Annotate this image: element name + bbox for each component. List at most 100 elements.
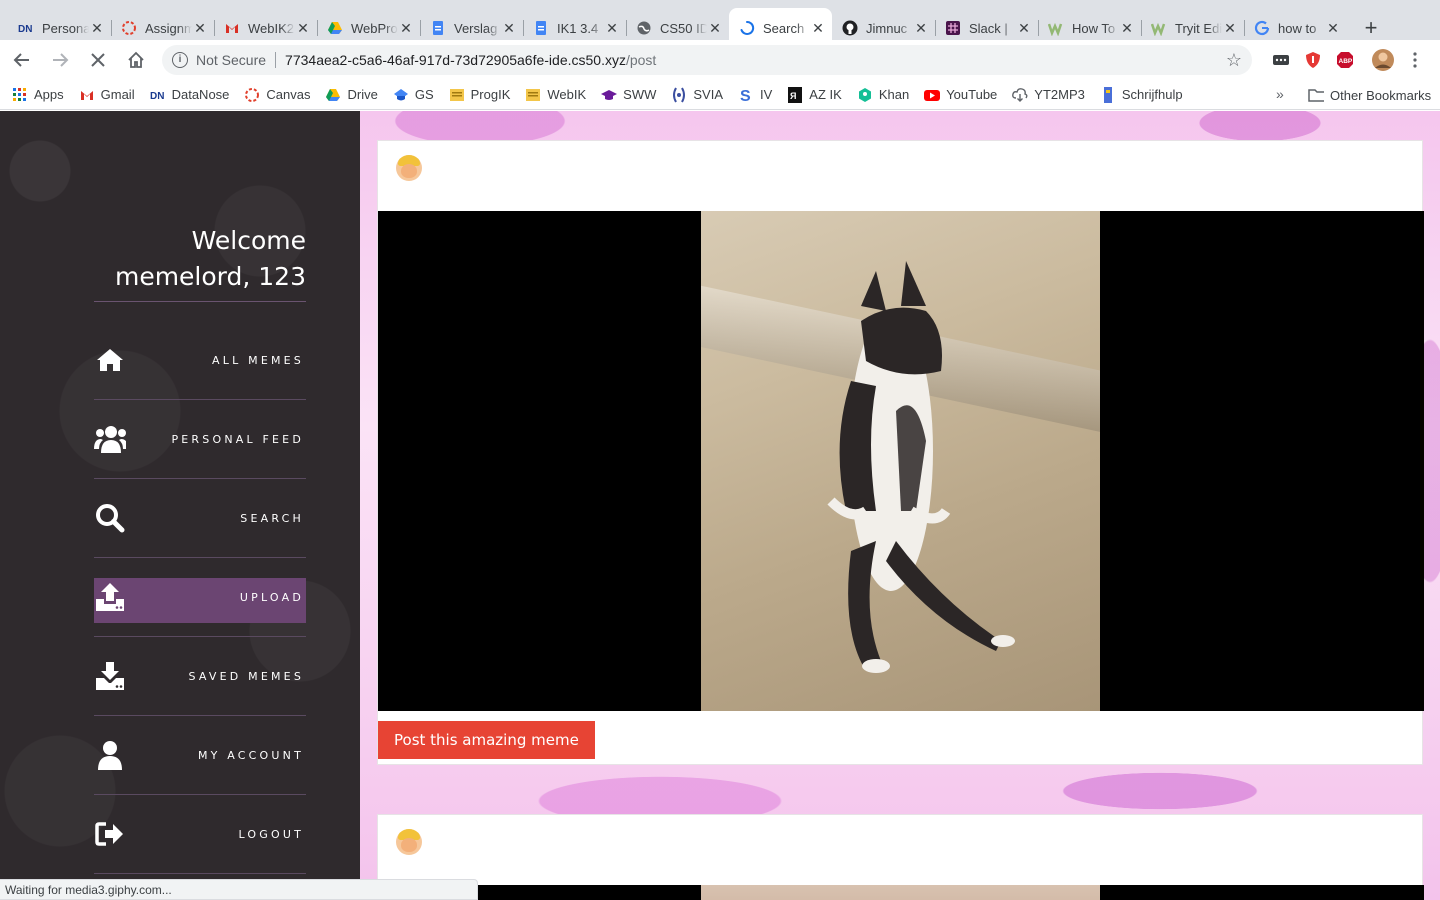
sidebar-item-label: ALL MEMES [212, 353, 304, 367]
close-icon[interactable]: ✕ [707, 20, 723, 36]
bookmark-label: YT2MP3 [1034, 87, 1085, 102]
sidebar-item-all-memes[interactable]: ALL MEMES [94, 321, 306, 400]
close-icon[interactable]: ✕ [913, 20, 929, 36]
bookmark-youtube[interactable]: YouTube [924, 87, 997, 103]
s-icon: S [738, 87, 754, 103]
wikihow-icon [1151, 20, 1167, 36]
bookmark-gs[interactable]: GS [393, 87, 434, 103]
bookmark-az-ik[interactable]: Я AZ IK [787, 86, 842, 103]
close-icon[interactable]: ✕ [192, 20, 208, 36]
close-icon [91, 53, 105, 67]
url-path: /post [625, 52, 657, 68]
welcome-username: memelord, 123 [114, 262, 306, 291]
sidebar-item-saved-memes[interactable]: SAVED MEMES [94, 637, 306, 716]
sidebar: Welcome memelord, 123 ALL MEMES PERSONAL… [0, 111, 360, 900]
sidebar-item-upload[interactable]: UPLOAD [94, 558, 306, 637]
avatar[interactable] [396, 155, 422, 181]
bookmark-khan[interactable]: Khan [857, 87, 909, 103]
browser-toolbar: i Not Secure 7734aea2-c5a6-46af-917d-73d… [0, 40, 1440, 80]
close-icon[interactable]: ✕ [604, 20, 620, 36]
bookmark-label: Khan [878, 87, 910, 102]
sidebar-item-my-account[interactable]: MY ACCOUNT [94, 716, 306, 795]
bookmark-label: WebIK [547, 87, 587, 102]
bookmark-datanose[interactable]: DN DataNose [150, 87, 230, 103]
dancing-cat-gif [701, 211, 1100, 711]
post-card: Post this amazing meme [377, 140, 1424, 765]
close-icon[interactable]: ✕ [1016, 20, 1032, 36]
avatar[interactable] [396, 829, 422, 855]
close-icon[interactable]: ✕ [1325, 20, 1341, 36]
other-bookmarks[interactable]: Other Bookmarks [1308, 87, 1431, 103]
bookmark-iv[interactable]: S IV [738, 87, 772, 103]
folder-icon [1308, 87, 1324, 103]
sidebar-item-search[interactable]: SEARCH [94, 479, 306, 558]
bookmark-label: IV [760, 87, 773, 102]
bookmark-drive[interactable]: Drive [325, 87, 378, 103]
svg-text:ABP: ABP [1339, 58, 1353, 65]
close-icon[interactable]: ✕ [89, 20, 105, 36]
post-meme-button[interactable]: Post this amazing meme [378, 721, 595, 759]
close-icon[interactable]: ✕ [810, 20, 826, 36]
extension-button[interactable] [1298, 45, 1328, 75]
drive-icon [327, 20, 343, 36]
close-icon[interactable]: ✕ [1222, 20, 1238, 36]
web-page: Welcome memelord, 123 ALL MEMES PERSONAL… [0, 111, 1440, 900]
profile-button[interactable] [1368, 45, 1398, 75]
docs-icon [533, 20, 549, 36]
youtube-icon [924, 87, 941, 103]
gs-icon [393, 87, 409, 103]
gmail-icon [224, 20, 240, 36]
grad-cap-icon [601, 87, 618, 103]
tab-title: IK1 3.4 [557, 20, 599, 36]
canvas-icon [121, 20, 137, 36]
avatar-face [401, 838, 417, 852]
sidebar-item-personal-feed[interactable]: PERSONAL FEED [94, 400, 306, 479]
more-vert-icon [1413, 52, 1417, 68]
sidebar-item-label: MY ACCOUNT [197, 748, 304, 762]
back-button[interactable] [6, 44, 38, 76]
slack-icon [945, 20, 961, 36]
bookmark-star-icon[interactable]: ☆ [1226, 50, 1242, 71]
bookmark-apps[interactable]: Apps [12, 87, 64, 103]
close-icon[interactable]: ✕ [501, 20, 517, 36]
close-icon[interactable]: ✕ [398, 20, 414, 36]
extension-button[interactable]: ABP [1330, 45, 1360, 75]
sidebar-item-label: UPLOAD [239, 590, 304, 604]
info-icon[interactable]: i [172, 52, 188, 68]
close-icon[interactable]: ✕ [1119, 20, 1135, 36]
tab-title: Personal [42, 20, 89, 36]
google-icon [1254, 20, 1270, 36]
bookmark-label: Apps [34, 87, 64, 102]
more-bookmarks-chevron-icon[interactable]: » [1276, 86, 1284, 102]
datanose-icon: DN [150, 87, 166, 103]
close-icon[interactable]: ✕ [295, 20, 311, 36]
forward-button[interactable] [44, 44, 76, 76]
tab-title: Verslag [454, 20, 498, 36]
extension-button[interactable] [1266, 45, 1296, 75]
bookmark-canvas[interactable]: Canvas [244, 87, 310, 103]
bookmark-yt2mp3[interactable]: YT2MP3 [1012, 87, 1085, 103]
avatar [1372, 49, 1394, 71]
bookmark-label: YouTube [946, 87, 998, 102]
bookmark-doc-icon [1100, 86, 1116, 103]
arrow-right-icon [53, 53, 69, 67]
bookmark-label: Schrijfhulp [1121, 87, 1183, 102]
bookmark-label: SWW [623, 87, 657, 102]
sidebar-item-logout[interactable]: LOGOUT [94, 795, 306, 874]
meme-feed: Post this amazing meme [360, 111, 1440, 900]
address-bar[interactable]: i Not Secure 7734aea2-c5a6-46af-917d-73d… [162, 45, 1252, 75]
stop-button[interactable] [82, 44, 114, 76]
menu-button[interactable] [1400, 45, 1430, 75]
tab-title: CS50 IDE [660, 20, 707, 36]
home-icon [94, 344, 126, 376]
github-icon [842, 20, 858, 36]
meme-media [378, 885, 1424, 900]
bookmark-gmail[interactable]: Gmail [79, 87, 135, 103]
bookmark-progik[interactable]: ProgIK [449, 87, 511, 103]
bookmark-sww[interactable]: SWW [601, 87, 656, 103]
home-button[interactable] [120, 44, 152, 76]
bookmark-webik[interactable]: WebIK [525, 87, 586, 103]
bookmark-label: ProgIK [470, 87, 511, 102]
bookmark-svia[interactable]: SVIA [671, 87, 723, 103]
bookmark-schrijfhulp[interactable]: Schrijfhulp [1100, 86, 1183, 103]
